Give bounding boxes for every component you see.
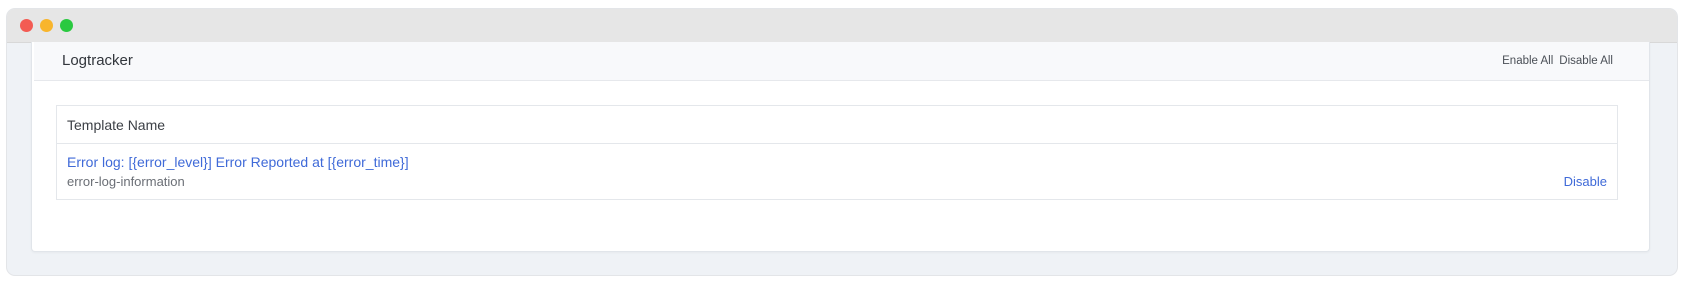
template-slug: error-log-information	[67, 174, 185, 189]
disable-all-button[interactable]: Disable All	[1559, 55, 1613, 67]
table-row: Error log: [{error_level}] Error Reporte…	[57, 144, 1617, 199]
enable-all-button[interactable]: Enable All	[1502, 55, 1553, 67]
close-window-button[interactable]	[20, 19, 33, 32]
maximize-window-button[interactable]	[60, 19, 73, 32]
header-actions: Enable All Disable All	[1502, 55, 1613, 67]
window-titlebar	[7, 9, 1677, 43]
panel-title: Logtracker	[62, 52, 133, 69]
app-window: Logtracker Enable All Disable All Templat…	[7, 9, 1677, 275]
template-title-link[interactable]: Error log: [{error_level}] Error Reporte…	[67, 154, 409, 170]
minimize-window-button[interactable]	[40, 19, 53, 32]
logtracker-panel: Logtracker Enable All Disable All Templat…	[31, 42, 1650, 252]
templates-table: Template Name Error log: [{error_level}]…	[56, 105, 1618, 200]
panel-header: Logtracker Enable All Disable All	[34, 42, 1649, 81]
disable-template-link[interactable]: Disable	[1564, 174, 1607, 189]
table-header: Template Name	[57, 106, 1617, 144]
column-header-template-name: Template Name	[67, 117, 166, 133]
